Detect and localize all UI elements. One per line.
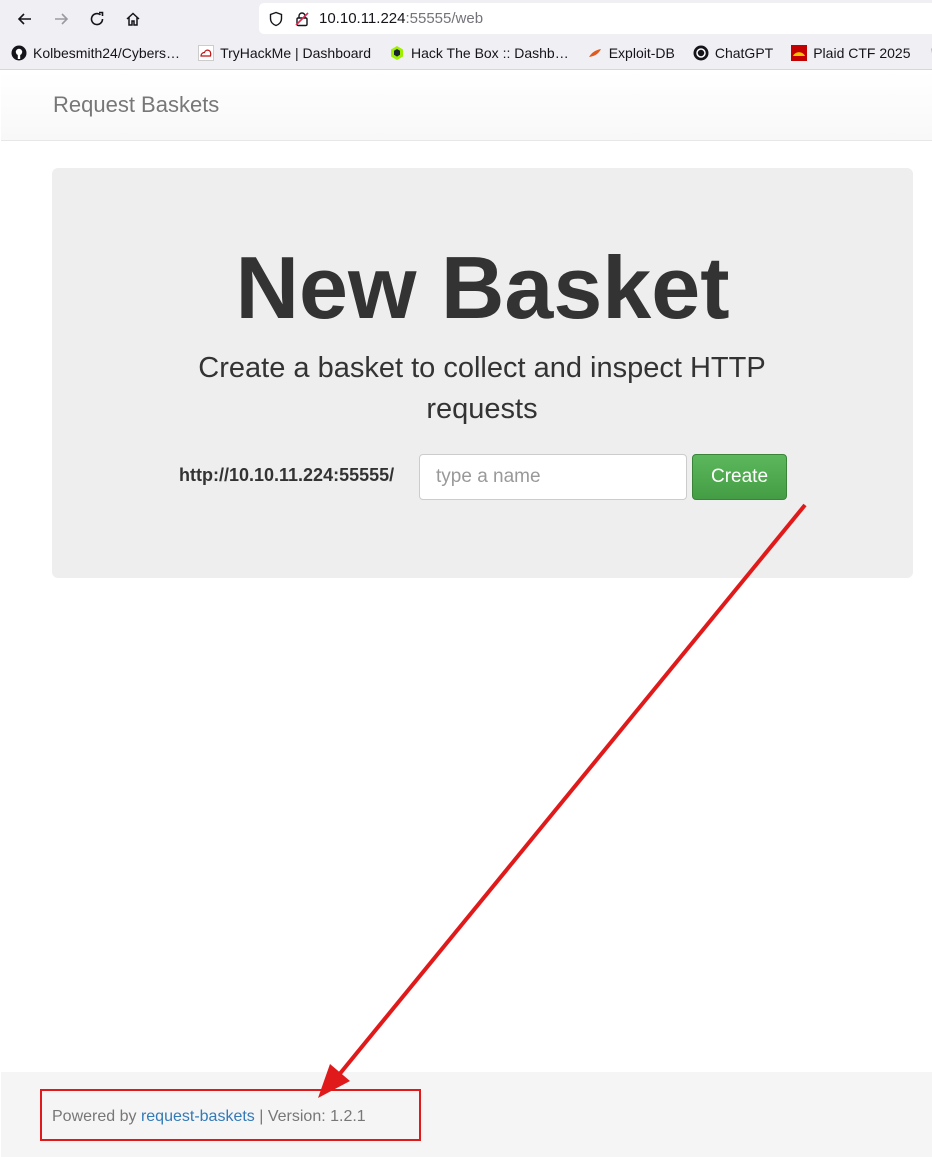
plaidctf-icon bbox=[791, 45, 808, 61]
forward-button[interactable] bbox=[43, 1, 79, 37]
basket-base-url: http://10.10.11.224:55555/ bbox=[179, 465, 395, 485]
basket-name-input[interactable] bbox=[419, 454, 687, 500]
url-bar[interactable]: 10.10.11.224:55555/web bbox=[259, 3, 932, 34]
annotation-highlight-box bbox=[40, 1089, 421, 1141]
create-basket-form: http://10.10.11.224:55555/ Create bbox=[52, 452, 913, 500]
url-path: :55555/web bbox=[405, 10, 484, 27]
github-icon bbox=[11, 45, 27, 61]
bookmark-label: Plaid CTF 2025 bbox=[813, 45, 911, 61]
bookmark-label: Kolbesmith24/Cybers… bbox=[33, 45, 181, 61]
navbar: Request Baskets bbox=[1, 71, 932, 141]
tracking-protection-shield-icon[interactable] bbox=[267, 10, 285, 28]
bookmark-label: Exploit-DB bbox=[608, 45, 675, 61]
bookmark-plaidctf[interactable]: Plaid CTF 2025 bbox=[791, 45, 911, 61]
new-basket-panel: New Basket Create a basket to collect an… bbox=[52, 168, 913, 578]
bookmark-tryhackme[interactable]: TryHackMe | Dashboard bbox=[198, 45, 371, 61]
bookmark-label: ChatGPT bbox=[714, 45, 774, 61]
bookmark-favicon-icon bbox=[929, 45, 932, 61]
chatgpt-icon bbox=[693, 45, 709, 61]
forward-arrow-icon bbox=[55, 12, 69, 25]
page-title: New Basket bbox=[235, 238, 730, 337]
reload-icon bbox=[90, 11, 104, 25]
back-arrow-icon bbox=[17, 12, 31, 25]
exploitdb-icon bbox=[587, 45, 603, 61]
page-subtitle: Create a basket to collect and inspect H… bbox=[198, 352, 766, 425]
screenshot-root: 10.10.11.224:55555/web Kolbesmith24/Cybe… bbox=[0, 0, 932, 1157]
back-button[interactable] bbox=[7, 1, 43, 37]
bookmark-exploitdb[interactable]: Exploit-DB bbox=[587, 45, 675, 61]
bookmark-overflow[interactable] bbox=[929, 45, 932, 61]
tryhackme-icon bbox=[198, 45, 215, 61]
url-host: 10.10.11.224 bbox=[319, 10, 406, 27]
bookmark-label: TryHackMe | Dashboard bbox=[220, 45, 372, 61]
home-button[interactable] bbox=[115, 1, 151, 37]
bookmark-hackthebox[interactable]: Hack The Box :: Dashb… bbox=[389, 45, 569, 61]
bookmarks-bar: Kolbesmith24/Cybers… TryHackMe | Dashboa… bbox=[0, 37, 932, 70]
reload-button[interactable] bbox=[79, 1, 115, 37]
bookmark-github[interactable]: Kolbesmith24/Cybers… bbox=[11, 45, 180, 61]
bookmark-label: Hack The Box :: Dashb… bbox=[411, 45, 569, 61]
insecure-lock-icon[interactable] bbox=[293, 10, 311, 28]
browser-toolbar: 10.10.11.224:55555/web bbox=[0, 0, 932, 37]
hackthebox-icon bbox=[389, 45, 405, 61]
navbar-brand[interactable]: Request Baskets bbox=[53, 92, 219, 118]
bookmark-chatgpt[interactable]: ChatGPT bbox=[693, 45, 773, 61]
web-page: Request Baskets New Basket Create a bask… bbox=[1, 71, 932, 1157]
create-button[interactable]: Create bbox=[692, 454, 787, 500]
home-icon bbox=[126, 11, 140, 26]
